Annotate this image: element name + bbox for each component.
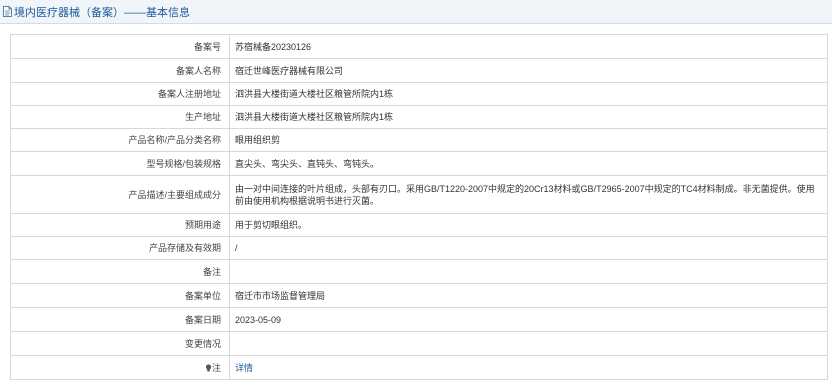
table-row-product-name: 产品名称/产品分类名称 眼用组织剪 <box>10 128 828 152</box>
product-name-label: 产品名称/产品分类名称 <box>10 128 230 152</box>
filing-unit-value: 宿迁市市场监督管理局 <box>229 283 828 308</box>
note-label-text: 注 <box>211 362 221 373</box>
page: 境内医疗器械（备案）——基本信息 备案号 苏宿械备20230126 备案人名称 … <box>0 0 832 390</box>
model-spec-value: 直尖头、弯尖头、直钝头、弯钝头。 <box>229 151 828 176</box>
table-row-change-status: 变更情况 <box>10 331 828 356</box>
table-row-description: 产品描述/主要组成成分 由一对中间连接的叶片组成，头部有刃口。采用GB/T122… <box>10 175 828 214</box>
table-row-registrant-address: 备案人注册地址 泗洪县大楼街道大楼社区粮管所院内1栋 <box>10 82 828 106</box>
table-row-filing-date: 备案日期 2023-05-09 <box>10 307 828 332</box>
registrant-name-label: 备案人名称 <box>10 58 230 83</box>
table-row-note: 注 详情 <box>10 355 828 380</box>
description-value: 由一对中间连接的叶片组成，头部有刃口。采用GB/T1220-2007中规定的20… <box>229 175 828 214</box>
model-spec-label: 型号规格/包装规格 <box>10 151 230 176</box>
change-status-label: 变更情况 <box>10 331 230 356</box>
change-status-value <box>229 331 828 356</box>
filing-date-label: 备案日期 <box>10 307 230 332</box>
filing-date-value: 2023-05-09 <box>229 307 828 332</box>
table-row-registrant-name: 备案人名称 宿迁世峰医疗器械有限公司 <box>10 58 828 83</box>
lightbulb-icon <box>205 363 212 371</box>
table-row-production-address: 生产地址 泗洪县大楼街道大楼社区粮管所院内1栋 <box>10 105 828 129</box>
page-title: 境内医疗器械（备案）——基本信息 <box>14 6 190 19</box>
note-value: 详情 <box>229 355 828 380</box>
table-row-remarks: 备注 <box>10 259 828 284</box>
document-icon <box>3 6 12 17</box>
note-label: 注 <box>10 355 230 380</box>
product-name-value: 眼用组织剪 <box>229 128 828 152</box>
table-row-storage-validity: 产品存储及有效期 / <box>10 236 828 260</box>
table-row-model-spec: 型号规格/包装规格 直尖头、弯尖头、直钝头、弯钝头。 <box>10 151 828 176</box>
storage-validity-value: / <box>229 236 828 260</box>
page-header: 境内医疗器械（备案）——基本信息 <box>0 0 832 24</box>
description-label: 产品描述/主要组成成分 <box>10 175 230 214</box>
intended-use-value: 用于剪切眼组织。 <box>229 213 828 237</box>
registrant-address-value: 泗洪县大楼街道大楼社区粮管所院内1栋 <box>229 82 828 106</box>
remarks-label: 备注 <box>10 259 230 284</box>
detail-table: 备案号 苏宿械备20230126 备案人名称 宿迁世峰医疗器械有限公司 备案人注… <box>10 34 828 380</box>
production-address-value: 泗洪县大楼街道大楼社区粮管所院内1栋 <box>229 105 828 129</box>
production-address-label: 生产地址 <box>10 105 230 129</box>
record-number-value: 苏宿械备20230126 <box>229 34 828 59</box>
table-row-record-number: 备案号 苏宿械备20230126 <box>10 34 828 59</box>
registrant-name-value: 宿迁世峰医疗器械有限公司 <box>229 58 828 83</box>
registrant-address-label: 备案人注册地址 <box>10 82 230 106</box>
record-number-label: 备案号 <box>10 34 230 59</box>
details-link[interactable]: 详情 <box>235 363 253 373</box>
filing-unit-label: 备案单位 <box>10 283 230 308</box>
table-row-filing-unit: 备案单位 宿迁市市场监督管理局 <box>10 283 828 308</box>
storage-validity-label: 产品存储及有效期 <box>10 236 230 260</box>
table-row-intended-use: 预期用途 用于剪切眼组织。 <box>10 213 828 237</box>
remarks-value <box>229 259 828 284</box>
intended-use-label: 预期用途 <box>10 213 230 237</box>
